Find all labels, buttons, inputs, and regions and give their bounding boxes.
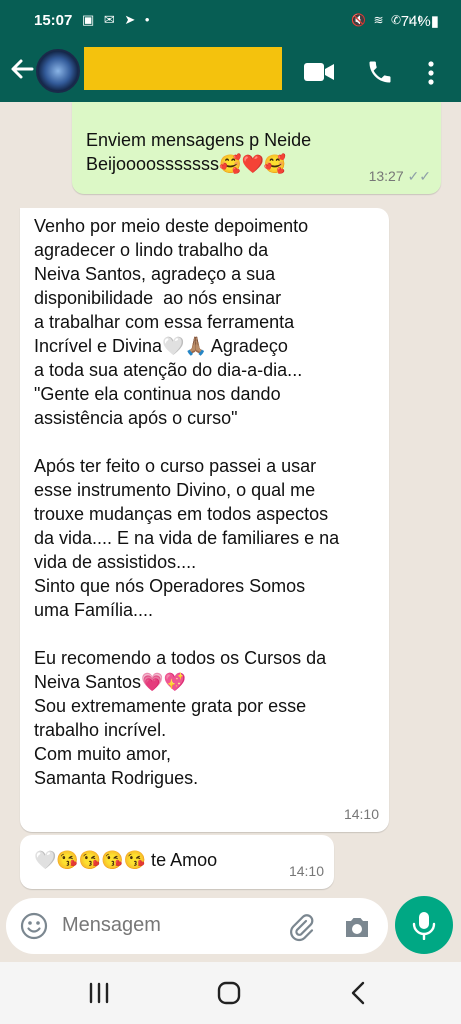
status-time: 15:07 (34, 12, 73, 29)
microphone-button[interactable] (395, 896, 453, 954)
outgoing-message[interactable]: Enviem mensagens p Neide Beijoooosssssss… (72, 102, 441, 194)
battery-indicator: 74%▮ (400, 13, 439, 30)
more-options-icon[interactable] (424, 58, 438, 88)
notification-icons: ▣ ✉ ➤ • (82, 12, 153, 27)
video-call-icon[interactable] (303, 60, 335, 84)
recent-apps-icon[interactable] (86, 980, 112, 1006)
system-nav-bar (0, 962, 461, 1024)
message-text: 🤍😘😘😘😘 te Amoo (34, 850, 218, 870)
message-input-bar[interactable]: Mensagem (6, 898, 388, 954)
status-bar: 15:07 ▣ ✉ ➤ • 🔇 ≋ ✆ ıll 74%▮ (0, 0, 461, 42)
attach-icon[interactable] (286, 912, 316, 942)
message-input[interactable]: Mensagem (62, 914, 161, 937)
message-paragraph: Após ter feito o curso passei a usar ess… (34, 456, 340, 620)
incoming-message[interactable]: 🤍😘😘😘😘 te Amoo 14:10 (20, 835, 334, 889)
contact-name-redacted[interactable] (84, 47, 282, 90)
message-list[interactable]: Enviem mensagens p Neide Beijoooosssssss… (0, 102, 461, 899)
nav-back-icon[interactable] (346, 980, 372, 1006)
incoming-message[interactable]: Venho por meio deste depoimento agradece… (20, 208, 389, 832)
emoji-icon[interactable] (20, 912, 48, 940)
phone-call-icon[interactable] (366, 58, 394, 86)
home-icon[interactable] (216, 980, 242, 1006)
camera-icon[interactable] (342, 912, 372, 942)
back-arrow-icon[interactable] (8, 54, 36, 84)
message-time: 13:27 ✓✓ (368, 168, 431, 184)
chat-header (0, 42, 461, 102)
message-paragraph: Venho por meio deste depoimento agradece… (34, 216, 309, 428)
microphone-icon (412, 912, 436, 940)
message-time: 14:10 (288, 863, 324, 879)
message-time: 14:10 (343, 806, 379, 822)
message-paragraph: Eu recomendo a todos os Cursos da Neiva … (34, 648, 327, 788)
message-line: Enviem mensagens p Neide (86, 130, 312, 150)
contact-avatar[interactable] (36, 49, 80, 93)
